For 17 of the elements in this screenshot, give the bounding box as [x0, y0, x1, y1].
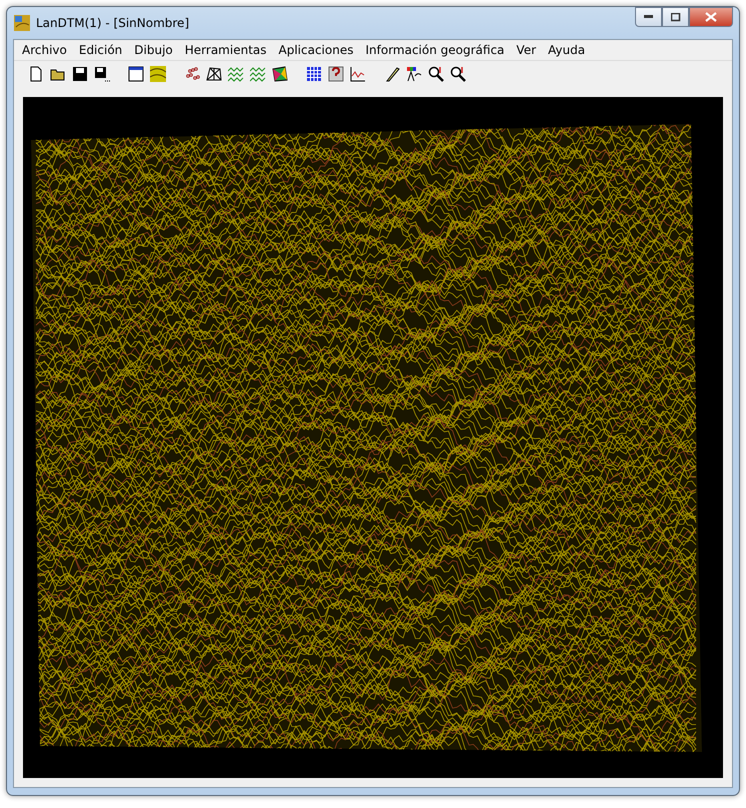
menu-item[interactable]: Edición [72, 43, 128, 57]
minimize-icon [644, 15, 654, 19]
menu-item[interactable]: Aplicaciones [272, 43, 360, 57]
menu-item[interactable]: Archivo [16, 43, 73, 57]
close-button[interactable] [689, 7, 733, 27]
texture-icon[interactable] [147, 63, 169, 85]
close-icon [705, 12, 717, 22]
menu-item[interactable]: Información geográfica [359, 43, 510, 57]
menu-item[interactable]: Ver [510, 43, 542, 57]
menu-item[interactable]: Dibujo [128, 43, 179, 57]
minimize-button[interactable] [635, 7, 662, 27]
menu-item[interactable]: Ayuda [542, 43, 592, 57]
app-icon [14, 15, 30, 31]
maximize-button[interactable] [662, 7, 689, 27]
maximize-icon [670, 12, 680, 22]
menu-item[interactable]: Herramientas [178, 43, 273, 57]
window-title: LanDTM(1) - [SinNombre] [36, 16, 190, 30]
